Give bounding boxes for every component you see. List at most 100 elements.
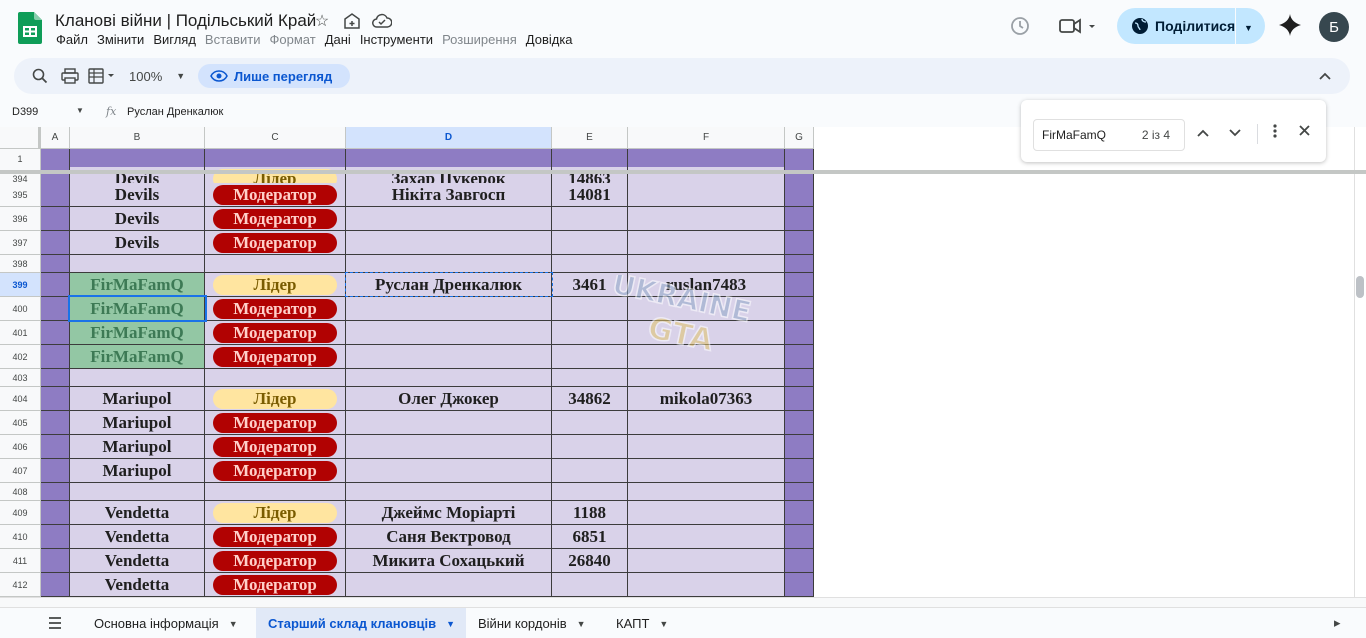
cell-b406[interactable]: Mariupol (70, 435, 205, 459)
cell-c411[interactable]: Модератор (205, 549, 346, 573)
cell-c401[interactable]: Модератор (205, 321, 346, 345)
cell-a402[interactable] (41, 345, 70, 369)
cell-c405[interactable]: Модератор (205, 411, 346, 435)
find-previous-icon[interactable] (1195, 126, 1211, 140)
cell-d405[interactable] (346, 411, 552, 435)
cell-e403[interactable] (552, 369, 628, 387)
cell-b408[interactable] (70, 483, 205, 501)
cell-g409[interactable] (785, 501, 814, 525)
cell-d404[interactable]: Олег Джокер (346, 387, 552, 411)
cell-e404[interactable]: 34862 (552, 387, 628, 411)
cell-e408[interactable] (552, 483, 628, 501)
sheets-logo-icon[interactable] (18, 12, 42, 44)
cell-c406[interactable]: Модератор (205, 435, 346, 459)
cell-g405[interactable] (785, 411, 814, 435)
cell-a397[interactable] (41, 231, 70, 255)
cell-f411[interactable] (628, 549, 785, 573)
search-menus-icon[interactable] (32, 58, 48, 94)
cell-b399[interactable]: FirMaFamQ (70, 273, 205, 297)
menu-item[interactable]: Інструменти (360, 32, 433, 47)
cell-e398[interactable] (552, 255, 628, 273)
cell-c407[interactable]: Модератор (205, 459, 346, 483)
cell-e410[interactable]: 6851 (552, 525, 628, 549)
menu-item[interactable]: Файл (56, 32, 88, 47)
cell-c404[interactable]: Лідер (205, 387, 346, 411)
frozen-rows-divider[interactable] (0, 170, 1366, 174)
cell-b397[interactable]: Devils (70, 231, 205, 255)
cell-d406[interactable] (346, 435, 552, 459)
cell-f404[interactable]: mikola07363 (628, 387, 785, 411)
cell-c403[interactable] (205, 369, 346, 387)
vertical-scrollbar[interactable] (1354, 127, 1366, 597)
row-header[interactable]: 406 (0, 435, 41, 459)
cell-b411[interactable]: Vendetta (70, 549, 205, 573)
cell-b404[interactable]: Mariupol (70, 387, 205, 411)
cell-f395[interactable] (628, 183, 785, 207)
cell-d395[interactable]: Нікіта Завгосп (346, 183, 552, 207)
row-header[interactable]: 399 (0, 273, 41, 297)
cell-f412[interactable] (628, 573, 785, 597)
cloud-status-icon[interactable] (372, 11, 392, 31)
cell-b407[interactable]: Mariupol (70, 459, 205, 483)
formula-input[interactable]: Руслан Дренкалюк (127, 106, 223, 118)
cell-b409[interactable]: Vendetta (70, 501, 205, 525)
cell-a408[interactable] (41, 483, 70, 501)
column-header-c[interactable]: C (205, 127, 346, 149)
cell-d407[interactable] (346, 459, 552, 483)
print-icon[interactable] (61, 58, 79, 94)
cell-f407[interactable] (628, 459, 785, 483)
sheet-tab[interactable]: Основна інформація ▼ (82, 608, 256, 638)
cell-g396[interactable] (785, 207, 814, 231)
cell-a399[interactable] (41, 273, 70, 297)
menu-item[interactable]: Дані (325, 32, 351, 47)
cell-d412[interactable] (346, 573, 552, 597)
cell-e411[interactable]: 26840 (552, 549, 628, 573)
format-painter-icon[interactable] (88, 58, 118, 94)
row-header[interactable]: 400 (0, 297, 41, 321)
cell-d410[interactable]: Саня Вектровод (346, 525, 552, 549)
cell-f397[interactable] (628, 231, 785, 255)
cell-b400[interactable]: FirMaFamQ (70, 297, 205, 321)
cell-b395[interactable]: Devils (70, 183, 205, 207)
row-header[interactable]: 407 (0, 459, 41, 483)
cell-c395[interactable]: Модератор (205, 183, 346, 207)
cell-c398[interactable] (205, 255, 346, 273)
gemini-icon[interactable] (1278, 13, 1302, 37)
cell-g407[interactable] (785, 459, 814, 483)
move-icon[interactable] (342, 11, 362, 31)
row-header[interactable]: 410 (0, 525, 41, 549)
cell-d409[interactable]: Джеймс Моріарті (346, 501, 552, 525)
all-sheets-menu-icon[interactable] (47, 616, 63, 630)
row-header[interactable]: 408 (0, 483, 41, 501)
cell-b402[interactable]: FirMaFamQ (70, 345, 205, 369)
cell-c397[interactable]: Модератор (205, 231, 346, 255)
cell-e397[interactable] (552, 231, 628, 255)
cell-d399[interactable]: Руслан Дренкалюк (346, 273, 552, 297)
cell-g398[interactable] (785, 255, 814, 273)
column-header-a[interactable]: A (41, 127, 70, 149)
cell-b401[interactable]: FirMaFamQ (70, 321, 205, 345)
cell-a404[interactable] (41, 387, 70, 411)
cell-c400[interactable]: Модератор (205, 297, 346, 321)
cell-a412[interactable] (41, 573, 70, 597)
cell-b405[interactable]: Mariupol (70, 411, 205, 435)
cell-d401[interactable] (346, 321, 552, 345)
menu-item[interactable]: Розширення (442, 32, 517, 47)
cell-b412[interactable]: Vendetta (70, 573, 205, 597)
menu-item[interactable]: Формат (270, 32, 316, 47)
row-header[interactable]: 403 (0, 369, 41, 387)
find-next-icon[interactable] (1227, 126, 1243, 140)
sheet-tab-caret-icon[interactable]: ▼ (659, 619, 668, 629)
cell-a409[interactable] (41, 501, 70, 525)
cell-f398[interactable] (628, 255, 785, 273)
cell-d408[interactable] (346, 483, 552, 501)
cell-a403[interactable] (41, 369, 70, 387)
explore-arrow-icon[interactable]: ▸ (1334, 615, 1341, 631)
cell-a411[interactable] (41, 549, 70, 573)
cell-g401[interactable] (785, 321, 814, 345)
find-more-options-icon[interactable] (1267, 124, 1283, 141)
row-header[interactable]: 401 (0, 321, 41, 345)
cell-e395[interactable]: 14081 (552, 183, 628, 207)
cell-a410[interactable] (41, 525, 70, 549)
cell-d396[interactable] (346, 207, 552, 231)
